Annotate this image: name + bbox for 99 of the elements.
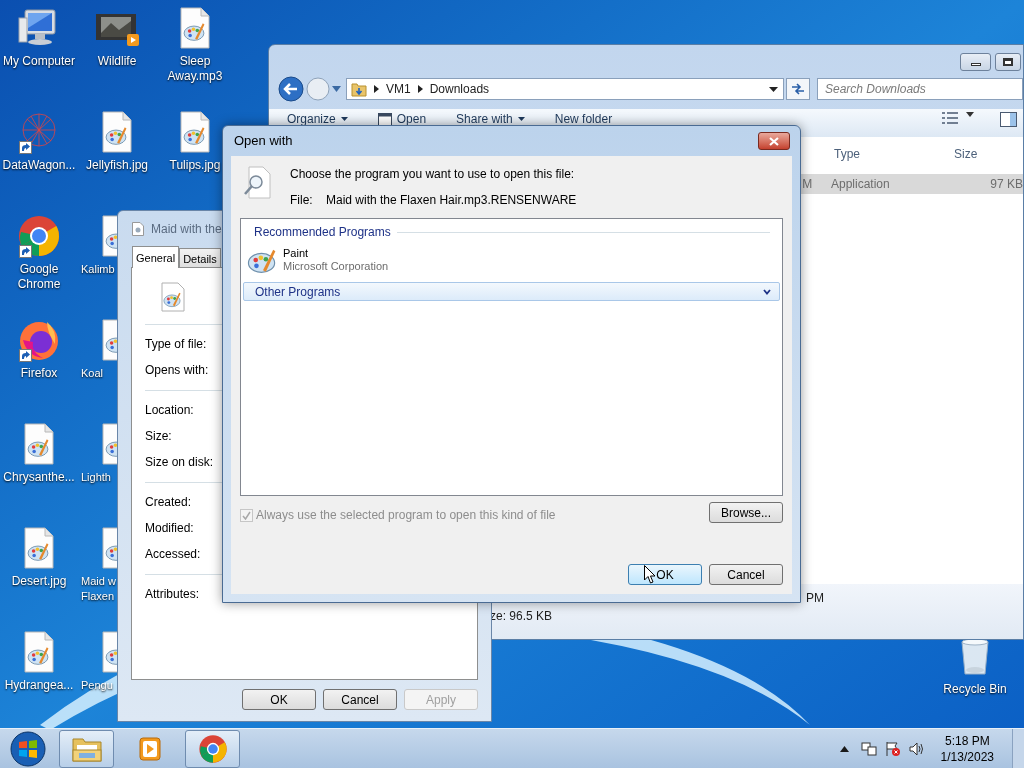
image-file-icon — [160, 282, 186, 312]
maximize-button[interactable] — [995, 53, 1021, 71]
tab[interactable]: General — [132, 246, 180, 268]
checkbox-label: Always use the selected program to open this kind of file — [256, 507, 556, 524]
property-label: Created: — [145, 494, 193, 510]
section-header[interactable]: Recommended Programs — [254, 223, 391, 241]
toolbar-item[interactable]: Organize — [287, 112, 348, 126]
chrome-icon — [197, 733, 228, 764]
dialog-button[interactable]: OK — [242, 689, 316, 710]
shortcut-arrow-icon — [19, 141, 32, 154]
refresh-icon — [791, 83, 805, 95]
section-header[interactable]: Other Programs — [243, 282, 780, 301]
date-cell-text: M — [802, 176, 814, 193]
property-label: Accessed: — [145, 546, 202, 562]
image-file-icon — [180, 7, 210, 49]
breadcrumb-item[interactable]: Downloads — [429, 80, 490, 98]
start-button[interactable] — [8, 729, 48, 768]
breadcrumb-item[interactable]: VM1 — [386, 80, 411, 98]
desktop-icon-label[interactable]: Tulips.jpg — [169, 158, 221, 173]
refresh-button[interactable] — [786, 78, 810, 100]
dropdown-caret-icon[interactable] — [769, 86, 778, 92]
window-icon — [377, 112, 392, 126]
property-label: Size on disk: — [145, 454, 215, 470]
desktop-icon-label[interactable]: Wildlife — [97, 54, 137, 69]
file-label: File: — [290, 192, 314, 208]
desktop-icon-label[interactable]: DataWagon... — [2, 158, 76, 173]
size-cell-text: 97 KB — [989, 176, 1023, 193]
history-caret-icon[interactable] — [332, 86, 341, 92]
window-title: Open with — [234, 132, 293, 151]
taskbar-button[interactable] — [185, 729, 240, 768]
desktop-icon-label[interactable]: Jellyfish.jpg — [86, 158, 148, 173]
image-file-icon — [24, 527, 54, 569]
desktop-icon-label[interactable]: Chrysanthe... — [3, 470, 75, 485]
shortcut-arrow-icon — [19, 245, 32, 258]
desktop-icon-label[interactable]: My Computer — [3, 54, 75, 69]
check-icon — [242, 510, 251, 520]
type-cell-text: Application — [831, 176, 891, 193]
program-item[interactable]: Paint Microsoft Corporation — [243, 240, 780, 280]
close-button[interactable] — [758, 132, 790, 150]
image-file-icon — [102, 111, 132, 153]
desktop-icon-label[interactable]: Koal — [81, 366, 104, 381]
desktop-icon-label[interactable]: Desert.jpg — [11, 574, 67, 589]
toolbar-item[interactable]: Open — [377, 112, 427, 126]
desktop-icon-label[interactable]: Recycle Bin — [943, 680, 1007, 698]
desktop-icon-label[interactable]: Google Chrome — [0, 262, 78, 292]
media-player-icon — [137, 735, 162, 762]
mouse-cursor-icon — [644, 565, 656, 584]
dialog-button[interactable]: OK — [628, 564, 702, 585]
desktop-icon-label[interactable]: Maid w Flaxen — [81, 574, 116, 604]
dialog-button[interactable]: Cancel — [709, 564, 783, 585]
breadcrumb-arrow-icon[interactable] — [417, 85, 423, 93]
details-text: PM — [806, 591, 824, 605]
toolbar-item[interactable]: Share with — [456, 112, 525, 126]
preview-pane-icon[interactable] — [1000, 112, 1017, 127]
caret-icon — [517, 117, 525, 121]
desktop-icon-label[interactable]: Firefox — [20, 366, 58, 381]
property-label: Location: — [145, 402, 195, 418]
search-field[interactable]: Search Downloads — [817, 78, 1023, 100]
window-title: Maid with the — [151, 221, 222, 238]
dialog-button[interactable]: Cancel — [323, 689, 397, 710]
breadcrumb-arrow-icon[interactable] — [374, 85, 379, 93]
view-list-icon[interactable] — [942, 112, 958, 124]
prompt-text: Choose the program you want to use to open this file: — [290, 166, 576, 182]
document-search-icon — [243, 166, 271, 200]
folder-icon — [351, 81, 367, 97]
image-file-icon — [24, 631, 54, 673]
show-hidden-icons-icon[interactable] — [839, 745, 849, 752]
shortcut-arrow-icon — [19, 349, 32, 362]
taskbar-button[interactable] — [59, 729, 114, 768]
image-file-icon — [180, 111, 210, 153]
column-header[interactable]: Size — [954, 145, 978, 163]
volume-icon[interactable] — [908, 740, 925, 757]
program-publisher: Microsoft Corporation — [283, 260, 389, 273]
desktop-icon-label[interactable]: Lighth — [81, 470, 111, 485]
desktop-icon-label[interactable]: Kalimb — [81, 262, 115, 277]
caret-icon — [340, 117, 348, 121]
address-bar[interactable]: VM1 Downloads — [346, 78, 784, 100]
property-label: Modified: — [145, 520, 195, 536]
clock[interactable]: 5:18 PM 1/13/2023 — [940, 732, 994, 765]
property-label: Opens with: — [145, 362, 210, 378]
property-label: Attributes: — [145, 586, 201, 602]
caret-icon[interactable] — [966, 112, 974, 117]
property-label: Size: — [145, 428, 173, 444]
desktop-icon-label[interactable]: Hydrangea... — [4, 678, 74, 693]
flag-icon[interactable] — [884, 740, 901, 757]
column-header[interactable]: Type — [834, 145, 954, 163]
toolbar-item[interactable]: New folder — [554, 112, 613, 126]
tab[interactable]: Details — [179, 248, 221, 267]
network-icon[interactable] — [860, 740, 877, 757]
program-name: Paint — [283, 247, 310, 260]
minimize-button[interactable] — [960, 53, 991, 71]
close-icon — [769, 136, 779, 146]
file-icon — [132, 222, 144, 236]
property-label: Type of file: — [145, 336, 208, 352]
browse-button[interactable]: Browse... — [709, 502, 783, 523]
file-name: Maid with the Flaxen Hair.mp3.RENSENWARE — [326, 192, 577, 208]
desktop-icon-label[interactable]: Sleep Away.mp3 — [156, 54, 234, 84]
image-file-icon — [24, 423, 54, 465]
chevron-down-icon — [763, 288, 771, 295]
